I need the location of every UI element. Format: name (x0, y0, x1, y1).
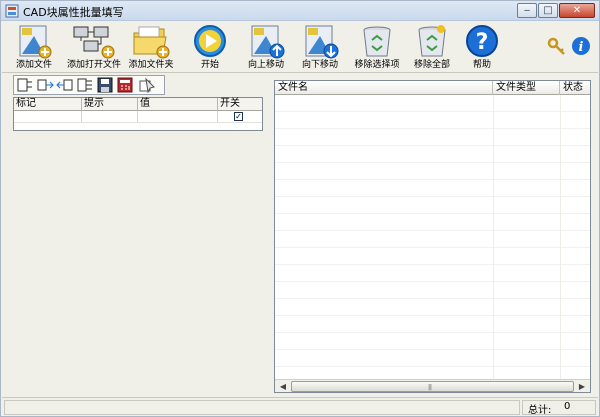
switch-checkbox[interactable]: ✓ (234, 112, 243, 121)
status-panel (4, 400, 520, 415)
move-up-button[interactable]: 向上移动 (238, 24, 294, 72)
pick-icon[interactable] (138, 77, 156, 93)
start-button[interactable]: 开始 (182, 24, 238, 72)
scroll-left-icon[interactable]: ◀ (276, 381, 290, 392)
close-button[interactable]: ✕ (559, 3, 595, 18)
add-folder-icon (133, 26, 170, 59)
add-file-icon (19, 25, 52, 59)
window-title: CAD块属性批量填写 (23, 6, 124, 19)
add-file-button[interactable]: 添加文件 (6, 24, 62, 72)
column-tag[interactable]: 标记 (14, 98, 82, 111)
total-count: 0 (564, 401, 571, 412)
remove-selected-label: 移除选择项 (354, 60, 400, 70)
recycle-bin-icon (363, 26, 391, 57)
total-label: 总计: (528, 405, 552, 416)
column-switch[interactable]: 开关 (218, 98, 262, 111)
file-list[interactable]: 文件名 文件类型 状态 ◀ ||| ▶ (274, 80, 591, 393)
main-toolbar: 添加文件 添加打开文件 添加文件夹 开始 向上移动 向下移动 移除选择项 移除全… (2, 22, 598, 72)
cell-tag[interactable] (14, 111, 82, 123)
maximize-button[interactable]: □ (538, 3, 558, 18)
calculator-icon[interactable] (116, 77, 134, 93)
column-value[interactable]: 值 (138, 98, 218, 111)
cell-switch: ✓ (218, 111, 262, 123)
status-bar: 总计: 0 (2, 397, 598, 416)
minimize-button[interactable]: ‒ (517, 3, 537, 18)
column-prompt[interactable]: 提示 (82, 98, 138, 111)
move-up-label: 向上移动 (247, 60, 284, 70)
move-down-button[interactable]: 向下移动 (292, 24, 348, 72)
add-file-label: 添加文件 (15, 60, 52, 70)
file-list-header: 文件名 文件类型 状态 (275, 81, 590, 95)
remove-all-label: 移除全部 (413, 60, 450, 70)
app-icon (5, 4, 19, 18)
remove-selected-button[interactable]: 移除选择项 (347, 24, 407, 72)
move-up-icon (251, 25, 285, 59)
insert-row-icon[interactable] (36, 77, 54, 93)
grip-icon: ||| (428, 384, 432, 391)
attributes-pane: 标记 提示 值 开关 ✓ (11, 75, 269, 393)
svg-text:?: ? (476, 30, 489, 55)
select-block-icon[interactable] (16, 77, 34, 93)
horizontal-scrollbar[interactable]: ◀ ||| ▶ (275, 379, 590, 392)
remove-all-button[interactable]: 移除全部 (404, 24, 460, 72)
key-icon[interactable] (547, 36, 567, 56)
add-folder-button[interactable]: 添加文件夹 (124, 24, 178, 72)
edit-row-icon[interactable] (76, 77, 94, 93)
title-bar[interactable]: CAD块属性批量填写 ‒ □ ✕ (1, 1, 599, 21)
cell-prompt[interactable] (82, 111, 138, 123)
play-icon (194, 25, 226, 57)
attributes-grid[interactable]: 标记 提示 值 开关 ✓ (13, 97, 263, 131)
app-window: CAD块属性批量填写 ‒ □ ✕ 添加文件 添加打开文件 添加文件夹 开始 向上… (0, 0, 600, 417)
scrollbar-thumb[interactable]: ||| (291, 381, 574, 392)
help-icon: ? (466, 25, 498, 57)
column-divider (560, 95, 561, 379)
cell-value[interactable] (138, 111, 218, 123)
column-divider (493, 95, 494, 379)
add-open-file-icon (73, 26, 115, 59)
move-down-icon (305, 25, 339, 59)
extra-icons: i (547, 36, 593, 56)
recycle-bin-all-icon (418, 25, 446, 57)
column-file-type[interactable]: 文件类型 (493, 81, 560, 95)
help-button[interactable]: ? 帮助 (454, 24, 510, 72)
move-down-label: 向下移动 (301, 60, 338, 70)
column-status[interactable]: 状态 (560, 81, 590, 95)
toolbar-separator (2, 72, 598, 73)
delete-row-icon[interactable] (56, 77, 74, 93)
save-icon[interactable] (96, 77, 114, 93)
add-folder-label: 添加文件夹 (128, 60, 174, 70)
help-label: 帮助 (472, 60, 491, 70)
attributes-grid-header: 标记 提示 值 开关 (14, 98, 262, 111)
attributes-toolbar (13, 75, 165, 95)
svg-text:i: i (579, 40, 584, 55)
add-open-file-label: 添加打开文件 (66, 60, 121, 70)
info-icon[interactable]: i (571, 36, 591, 56)
column-file-name[interactable]: 文件名 (275, 81, 493, 95)
table-row[interactable]: ✓ (14, 111, 262, 123)
start-label: 开始 (200, 60, 219, 70)
scroll-right-icon[interactable]: ▶ (575, 381, 589, 392)
add-open-file-button[interactable]: 添加打开文件 (62, 24, 126, 72)
file-list-body[interactable] (275, 95, 590, 379)
